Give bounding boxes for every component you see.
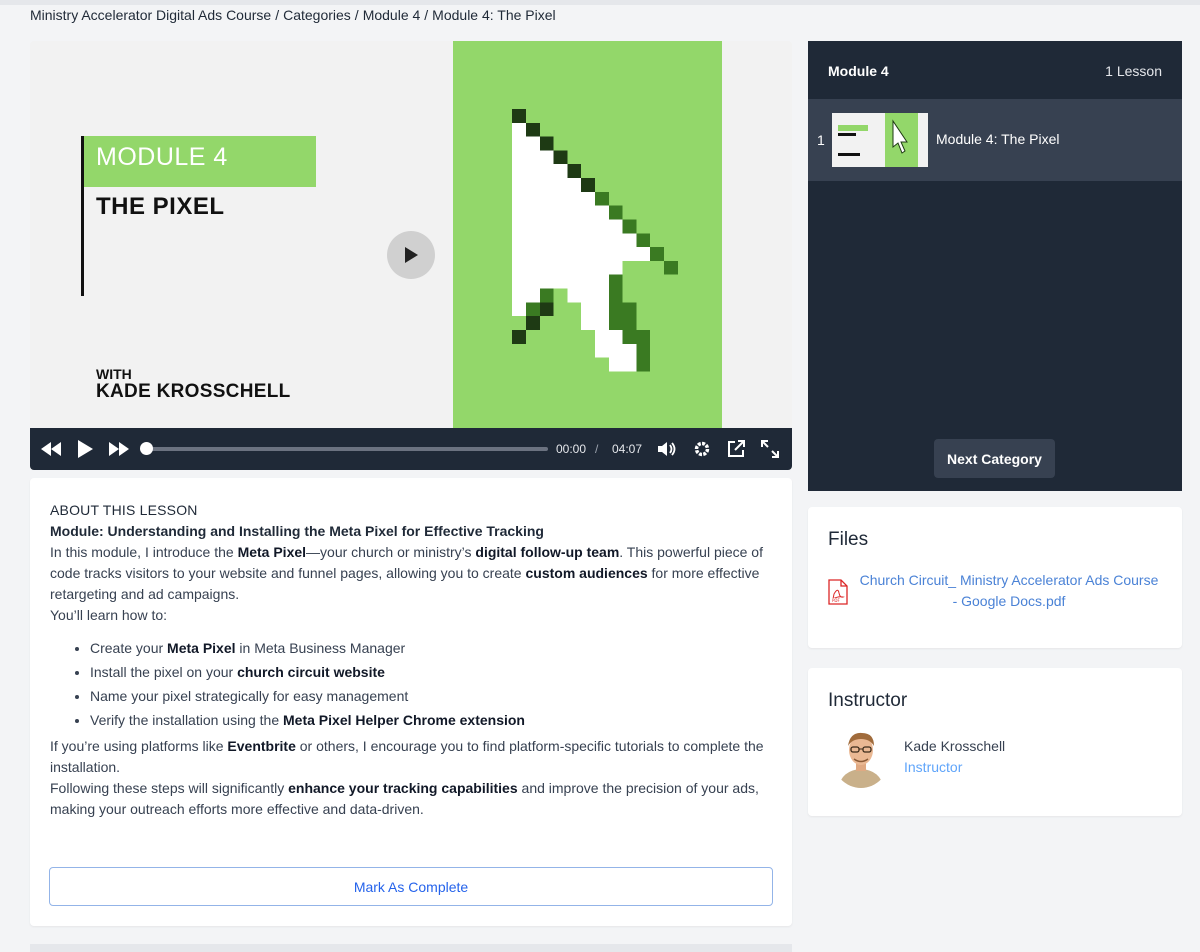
fast-forward-button[interactable] <box>108 428 130 470</box>
files-card: Files PDF Church Circuit_ Ministry Accel… <box>808 507 1182 648</box>
volume-button[interactable] <box>657 428 679 470</box>
settings-icon <box>694 441 710 457</box>
file-name-line2: - Google Docs.pdf <box>952 593 1066 609</box>
fast-forward-icon <box>109 442 129 456</box>
next-card-edge <box>30 944 792 952</box>
top-divider <box>0 0 1200 5</box>
lesson-sidebar: Module 4 1 Lesson 1 Module 4: The Pixel … <box>808 41 1182 491</box>
settings-button[interactable] <box>692 428 712 470</box>
volume-icon <box>658 442 676 456</box>
lesson-thumbnail-image <box>832 113 928 167</box>
rewind-button[interactable] <box>40 428 62 470</box>
popout-button[interactable] <box>726 428 746 470</box>
breadcrumb-separator: / <box>275 7 280 23</box>
about-subheading: Module: Understanding and Installing the… <box>50 523 544 539</box>
sidebar-module-title: Module 4 <box>828 63 889 79</box>
popout-icon <box>728 440 745 457</box>
pdf-file-icon: PDF <box>828 579 848 605</box>
list-item: Install the pixel on your church circuit… <box>90 660 778 684</box>
file-link[interactable]: Church Circuit_ Ministry Accelerator Ads… <box>856 570 1162 612</box>
sidebar-lesson-item[interactable]: 1 Module 4: The Pixel <box>808 99 1182 181</box>
learning-list: Create your Meta Pixel in Meta Business … <box>90 636 778 732</box>
list-item: Verify the installation using the Meta P… <box>90 708 778 732</box>
mark-complete-button[interactable]: Mark As Complete <box>49 867 773 906</box>
breadcrumb-module[interactable]: Module 4 <box>363 7 421 23</box>
progress-handle[interactable] <box>140 442 153 455</box>
play-icon <box>78 440 93 458</box>
about-intro: In this module, I introduce the Meta Pix… <box>50 544 763 602</box>
rewind-icon <box>41 442 61 456</box>
instructor-avatar-icon <box>832 726 890 788</box>
instructor-name: Kade Krosschell <box>904 738 1006 754</box>
thumbnail-with-label: WITH <box>96 366 132 382</box>
duration: 04:07 <box>612 442 643 456</box>
progress-bar[interactable] <box>146 447 548 451</box>
list-item: Name your pixel strategically for easy m… <box>90 684 778 708</box>
play-icon <box>405 247 418 263</box>
svg-text:PDF: PDF <box>832 598 840 603</box>
current-time: 00:00 <box>556 442 587 456</box>
about-platforms: If you’re using platforms like Eventbrit… <box>50 738 764 775</box>
thumbnail-title: THE PIXEL <box>96 193 225 220</box>
thumbnail-module-label: MODULE 4 <box>96 143 228 171</box>
breadcrumb-categories[interactable]: Categories <box>283 7 351 23</box>
lesson-title: Module 4: The Pixel <box>936 131 1060 147</box>
avatar <box>832 726 890 788</box>
breadcrumb-separator: / <box>424 7 429 23</box>
breadcrumb: Ministry Accelerator Digital Ads Course /… <box>30 7 556 23</box>
next-category-button[interactable]: Next Category <box>934 439 1055 478</box>
breadcrumb-current: Module 4: The Pixel <box>432 7 556 23</box>
file-name-line1: Church Circuit_ Ministry Accelerator Ads… <box>859 572 1159 588</box>
lesson-number: 1 <box>817 132 825 148</box>
fullscreen-button[interactable] <box>760 428 780 470</box>
pixel-cursor-icon <box>512 109 678 372</box>
center-play-button[interactable] <box>387 231 435 279</box>
video-controls: 00:00 / 04:07 <box>30 428 792 470</box>
thumbnail-presenter: KADE KROSSCHELL <box>96 381 291 402</box>
play-button[interactable] <box>75 428 95 470</box>
instructor-role[interactable]: Instructor <box>904 759 962 775</box>
instructor-title: Instructor <box>828 690 908 711</box>
video-player[interactable]: MODULE 4 THE PIXEL WITH KADE KROSSCHELL <box>30 41 792 470</box>
files-title: Files <box>828 529 869 550</box>
lesson-thumbnail <box>832 113 928 167</box>
about-closing: Following these steps will significantly… <box>50 780 759 817</box>
about-lesson-card: ABOUT THIS LESSON Module: Understanding … <box>30 478 792 926</box>
time-separator: / <box>595 442 599 456</box>
instructor-card: Instructor Kade Krosschell Instructor <box>808 668 1182 816</box>
sidebar-lesson-count: 1 Lesson <box>1105 63 1162 79</box>
about-learn-intro: You’ll learn how to: <box>50 607 168 623</box>
breadcrumb-separator: / <box>354 7 359 23</box>
sidebar-header: Module 4 1 Lesson <box>808 41 1182 99</box>
list-item: Create your Meta Pixel in Meta Business … <box>90 636 778 660</box>
about-heading: ABOUT THIS LESSON <box>50 502 198 518</box>
fullscreen-icon <box>761 440 779 458</box>
breadcrumb-course[interactable]: Ministry Accelerator Digital Ads Course <box>30 7 271 23</box>
